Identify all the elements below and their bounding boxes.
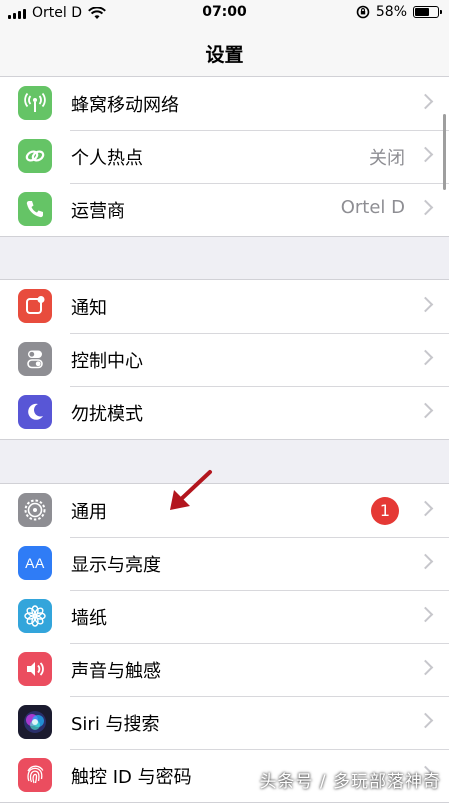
settings-row-display[interactable]: AA 显示与亮度 — [0, 537, 449, 590]
settings-row-cellular[interactable]: 蜂窝移动网络 — [0, 77, 449, 130]
battery-icon — [413, 6, 442, 18]
rotation-lock-icon — [356, 5, 370, 19]
phone-icon — [18, 192, 52, 226]
chevron-right-icon — [417, 712, 434, 729]
settings-row-carrier[interactable]: 运营商 Ortel D — [0, 183, 449, 236]
settings-row-label: Siri 与搜索 — [71, 714, 160, 735]
chevron-right-icon — [417, 93, 434, 110]
settings-row-control-center[interactable]: 控制中心 — [0, 333, 449, 386]
update-badge: 1 — [371, 497, 399, 525]
settings-row-label: 显示与亮度 — [71, 555, 161, 576]
chevron-right-icon — [417, 500, 434, 517]
notification-icon — [18, 289, 52, 323]
settings-row-general[interactable]: 通用 1 — [0, 484, 449, 537]
annotation-arrow-icon — [170, 470, 212, 510]
settings-row-siri[interactable]: Siri 与搜索 — [0, 696, 449, 749]
chevron-right-icon — [417, 402, 434, 419]
text-size-icon: AA — [18, 546, 52, 580]
chevron-right-icon — [417, 606, 434, 623]
settings-row-label: 触控 ID 与密码 — [71, 767, 192, 788]
chevron-right-icon — [417, 199, 434, 216]
settings-row-label: 控制中心 — [71, 351, 143, 372]
settings-group-notifications: 通知 控制中心 勿扰模式 — [0, 279, 449, 440]
siri-icon — [18, 705, 52, 739]
toggle-switches-icon — [18, 342, 52, 376]
settings-row-value: 关闭 — [369, 148, 405, 169]
settings-row-label: 墙纸 — [71, 608, 107, 629]
speaker-icon — [18, 652, 52, 686]
navigation-bar: 设置 — [0, 28, 449, 79]
settings-row-label: 蜂窝移动网络 — [71, 95, 179, 116]
settings-row-label: 个人热点 — [71, 148, 143, 169]
watermark-text: 头条号 / 多玩部落神奇 — [259, 772, 441, 792]
settings-row-notifications[interactable]: 通知 — [0, 280, 449, 333]
gear-icon — [18, 493, 52, 527]
cellular-antenna-icon — [18, 86, 52, 120]
settings-row-label: 声音与触感 — [71, 661, 161, 682]
settings-row-label: 通知 — [71, 298, 107, 319]
chevron-right-icon — [417, 349, 434, 366]
settings-row-sounds[interactable]: 声音与触感 — [0, 643, 449, 696]
battery-percent: 58% — [375, 4, 407, 20]
settings-row-label: 运营商 — [71, 201, 125, 222]
status-bar: Ortel D 07:00 58% — [0, 0, 449, 28]
settings-row-wallpaper[interactable]: 墙纸 — [0, 590, 449, 643]
scroll-indicator[interactable] — [443, 114, 446, 190]
chevron-right-icon — [417, 296, 434, 313]
settings-group-general: 通用 1 AA 显示与亮度 墙纸 声音与触感 Siri 与搜索 触控 ID 与密… — [0, 483, 449, 803]
chevron-right-icon — [417, 659, 434, 676]
settings-row-value: Ortel D — [340, 197, 405, 218]
page-title: 设置 — [205, 44, 244, 66]
settings-row-do-not-disturb[interactable]: 勿扰模式 — [0, 386, 449, 439]
text-size-glyph: AA — [25, 555, 45, 571]
chevron-right-icon — [417, 146, 434, 163]
flower-icon — [18, 599, 52, 633]
moon-icon — [18, 395, 52, 429]
hotspot-link-icon — [18, 139, 52, 173]
settings-row-label: 勿扰模式 — [71, 404, 143, 425]
chevron-right-icon — [417, 553, 434, 570]
settings-row-hotspot[interactable]: 个人热点 关闭 — [0, 130, 449, 183]
fingerprint-icon — [18, 758, 52, 792]
settings-row-label: 通用 — [71, 502, 107, 523]
settings-group-network: 蜂窝移动网络 个人热点 关闭 运营商 Ortel D — [0, 76, 449, 237]
